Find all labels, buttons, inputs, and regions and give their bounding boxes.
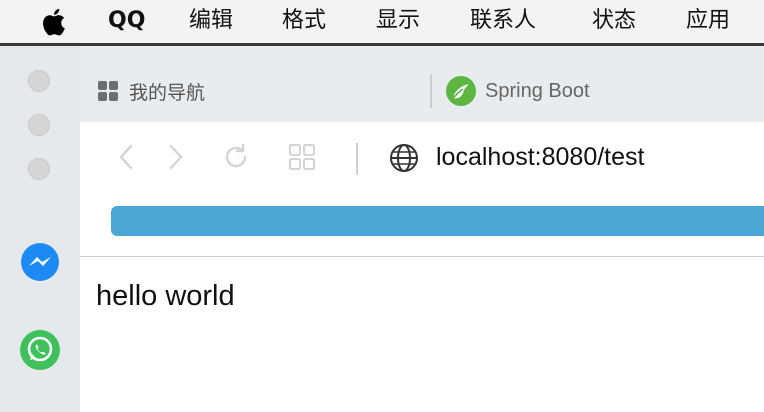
apps-grid-icon[interactable]	[287, 142, 317, 172]
page-load-progress	[111, 206, 764, 236]
spring-leaf-icon	[446, 76, 476, 106]
tab-label: Spring Boot	[485, 79, 590, 102]
apple-logo-icon[interactable]	[40, 7, 66, 37]
toolbar-separator	[356, 143, 358, 175]
menu-item-status[interactable]: 状态	[592, 4, 636, 38]
minimize-window-button[interactable]	[28, 114, 50, 136]
globe-icon	[390, 144, 418, 172]
messenger-icon[interactable]	[19, 242, 61, 284]
menu-bar: QQ 编辑 格式 显示 联系人 状态 应用	[0, 0, 764, 43]
browser-toolbar: localhost:8080/test	[80, 122, 764, 256]
browser-content: localhost:8080/test hello world	[80, 122, 764, 412]
browser-window: 我的导航 Spring Boot localhost:8080/test hel…	[0, 46, 764, 412]
back-icon[interactable]	[112, 142, 142, 172]
tab-spring-boot[interactable]: Spring Boot	[445, 74, 590, 108]
toolbar-divider	[80, 256, 764, 257]
menu-item-view[interactable]: 显示	[376, 4, 420, 38]
reload-icon[interactable]	[221, 142, 251, 172]
grid-icon	[98, 81, 118, 101]
menu-item-format[interactable]: 格式	[282, 4, 326, 38]
forward-icon[interactable]	[160, 142, 190, 172]
address-bar-url[interactable]: localhost:8080/test	[436, 139, 644, 175]
menu-app-name[interactable]: QQ	[108, 4, 145, 38]
progress-fill	[111, 206, 764, 236]
tab-label: 我的导航	[129, 81, 206, 104]
menu-item-apps[interactable]: 应用	[686, 4, 730, 38]
tab-my-navigation[interactable]: 我的导航	[97, 75, 205, 107]
close-window-button[interactable]	[28, 70, 50, 92]
zoom-window-button[interactable]	[28, 158, 50, 180]
tab-separator	[430, 74, 432, 108]
page-body-text: hello world	[96, 280, 235, 312]
sidebar	[0, 46, 80, 412]
whatsapp-icon[interactable]	[19, 329, 61, 371]
menu-item-edit[interactable]: 编辑	[189, 4, 233, 38]
tab-bar: 我的导航 Spring Boot	[80, 46, 764, 122]
menu-item-contacts[interactable]: 联系人	[470, 4, 536, 38]
